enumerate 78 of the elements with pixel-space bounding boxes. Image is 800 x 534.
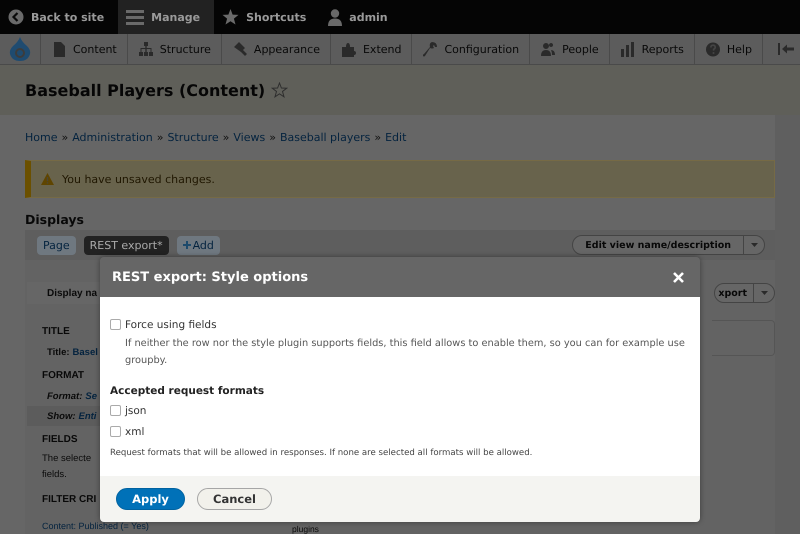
menu-icon [126, 10, 144, 24]
page-title: Baseball Players (Content) [25, 80, 266, 100]
dialog-title: REST export: Style options [112, 270, 308, 284]
description-text: fields. [42, 468, 67, 480]
add-display-button[interactable]: Add [176, 236, 220, 254]
warning-text: You have unsaved changes. [62, 172, 215, 186]
export-button[interactable]: xport [714, 283, 775, 303]
setting-link[interactable]: Enti [78, 410, 96, 422]
breadcrumb-link[interactable]: Structure [167, 131, 219, 151]
description-text: plugins [292, 524, 319, 534]
checkbox-label: json [125, 404, 146, 416]
admin-menu-item[interactable]: Configuration [412, 34, 530, 64]
admin-menu-item[interactable]: People [530, 34, 610, 64]
setting-label: Title: [47, 346, 70, 358]
admin-menu-item[interactable]: Reports [610, 34, 695, 64]
help-icon [706, 42, 720, 56]
field-label: Accepted request formats [110, 385, 266, 397]
section-heading: Displays [25, 212, 85, 229]
admin-menu-item[interactable]: Appearance [222, 34, 331, 64]
warning-icon [41, 173, 54, 185]
wrench-icon [423, 42, 438, 56]
collapse-icon[interactable] [778, 43, 794, 55]
toolbar-tab[interactable]: Shortcuts [214, 0, 320, 34]
setting-link[interactable]: Basel [72, 346, 98, 358]
setting-label: Show: [47, 410, 76, 422]
toolbar-tab[interactable]: admin [320, 0, 402, 34]
plus-icon [182, 241, 191, 249]
breadcrumb-separator: » [269, 131, 276, 146]
display-tab[interactable]: Page [37, 236, 76, 254]
apply-button[interactable]: Apply [116, 488, 185, 510]
caret-icon [750, 243, 758, 247]
page-icon [52, 42, 66, 56]
drop-logo-icon[interactable] [9, 37, 31, 61]
admin-menu-item[interactable]: Content [41, 34, 128, 64]
star-icon[interactable] [271, 82, 288, 98]
description-text: If neither the row nor the style plugin supports fields, this field allows to enable them, so you can for example use groupby. [124, 337, 686, 368]
setting-label: Format: [47, 390, 82, 402]
caret-icon [760, 291, 768, 295]
puzzle-icon [342, 42, 356, 56]
admin-menu-item[interactable]: Extend [330, 34, 412, 64]
star-icon [222, 9, 240, 25]
section-heading: FIELDS [42, 433, 78, 447]
close-icon[interactable] [673, 272, 684, 282]
admin-menu-item[interactable]: Help [694, 34, 763, 64]
description-text: Request formats that will be allowed in responses. If none are selected all formats will be allowed. [110, 447, 534, 460]
checkbox-label: Force using fields [125, 318, 217, 330]
breadcrumb-link[interactable]: Views [233, 131, 266, 151]
toolbar-tab[interactable]: Manage [118, 0, 214, 34]
toolbar-tab[interactable]: Back to site [0, 0, 118, 34]
breadcrumb-link[interactable]: Baseball players [280, 131, 370, 151]
user-icon [328, 8, 342, 26]
display-tab[interactable]: REST export* [84, 236, 169, 254]
setting-link[interactable]: Se [85, 390, 97, 402]
breadcrumb-separator: » [61, 131, 68, 146]
sitemap-icon [138, 42, 153, 56]
section-heading: FILTER CRI [42, 493, 96, 507]
breadcrumb-link[interactable]: Edit [385, 131, 406, 151]
people-icon [541, 42, 556, 56]
breadcrumb-separator: » [374, 131, 382, 146]
checkbox[interactable] [110, 319, 121, 330]
edit-view-button[interactable]: Edit view name/description [572, 235, 765, 255]
admin-menu-item[interactable]: Structure [128, 34, 222, 64]
breadcrumb-separator: » [222, 131, 230, 146]
checkbox[interactable] [110, 405, 121, 416]
back-icon [8, 9, 24, 25]
breadcrumb-link[interactable]: Home [25, 131, 58, 151]
section-heading: TITLE [42, 325, 70, 339]
brush-icon [232, 42, 247, 56]
filter-link[interactable]: Content: Published (= Yes) [42, 521, 149, 531]
breadcrumb-link[interactable]: Administration [72, 131, 153, 151]
setting-label: Display na [47, 288, 98, 298]
description-text: The selecte [42, 452, 92, 464]
checkbox-label: xml [125, 426, 144, 438]
section-heading: FORMAT [42, 369, 84, 383]
cancel-button[interactable]: Cancel [197, 488, 272, 510]
checkbox[interactable] [110, 426, 121, 437]
breadcrumb-separator: » [156, 131, 164, 146]
bar-chart-icon [620, 42, 635, 56]
